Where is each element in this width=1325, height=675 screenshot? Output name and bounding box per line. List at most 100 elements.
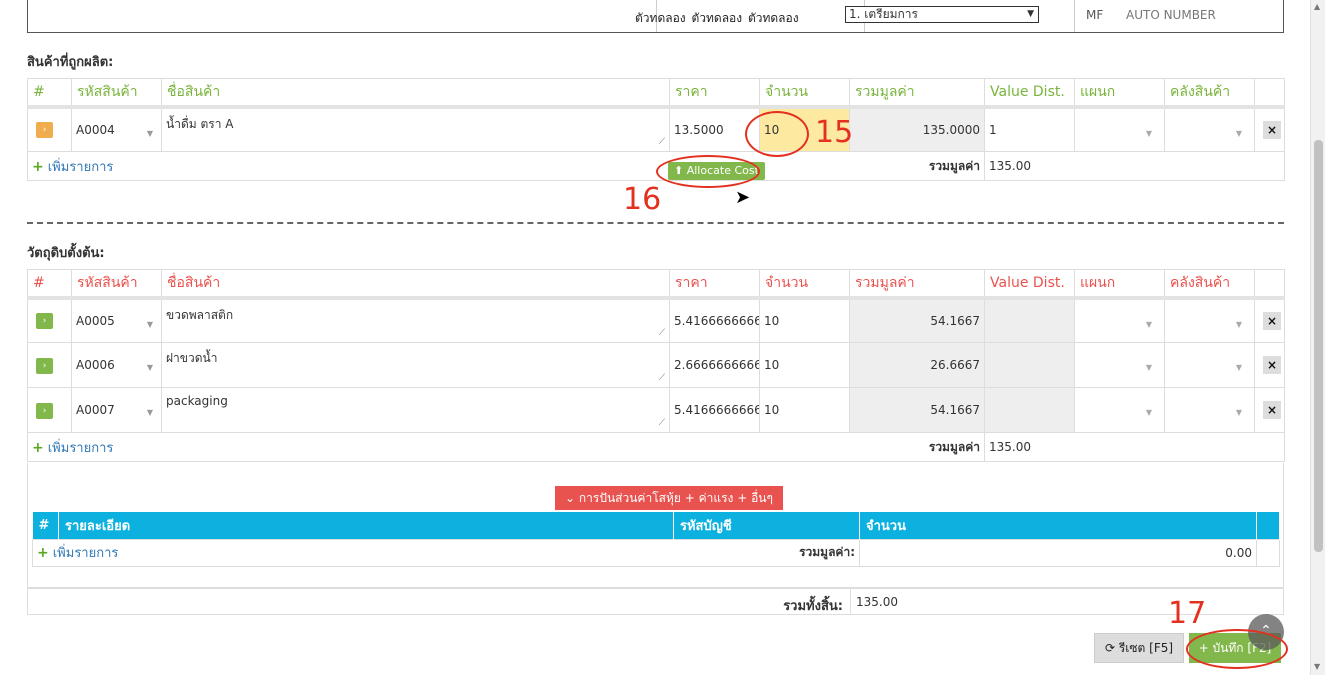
department-select[interactable]: ▼ xyxy=(1074,106,1165,152)
resize-grip-icon: ⟋ xyxy=(658,418,665,428)
products-total-value: 135.00 xyxy=(984,151,1285,181)
material-name-input[interactable]: packaging ⟋ xyxy=(161,387,670,433)
product-code: A0004 xyxy=(76,122,115,137)
chevron-down-circle-icon: ⌄ xyxy=(565,491,576,505)
product-value-dist-input[interactable]: 1 xyxy=(984,106,1075,152)
col-actions xyxy=(1254,78,1285,109)
warehouse-select[interactable]: ▼ xyxy=(1164,297,1255,343)
col-total: รวมมูลค่า xyxy=(849,78,985,109)
vertical-scrollbar[interactable]: ▲ ▼ xyxy=(1310,0,1325,675)
test-labels: ตัวทดลอง ตัวทดลอง ตัวทดลอง xyxy=(635,11,799,25)
material-qty: 10 xyxy=(764,358,780,372)
caret-down-icon: ▼ xyxy=(146,319,153,329)
grand-total-row: รวมทั้งสิ้น: 135.00 xyxy=(27,588,1284,615)
materials-section-title: วัตถุดิบตั้งต้น: xyxy=(27,246,105,261)
caret-down-icon: ▼ xyxy=(146,363,153,372)
material-code-select[interactable]: A0007 ▼ xyxy=(71,387,162,433)
product-total: 135.0000 xyxy=(849,106,985,152)
material-name-input[interactable]: ฝาขวดน้ำ ⟋ xyxy=(161,342,670,388)
col-qty: จำนวน xyxy=(759,269,850,300)
product-name-input[interactable]: น้ำดื่ม ตรา A ⟋ xyxy=(161,106,670,152)
add-material-link[interactable]: + เพิ่มรายการ xyxy=(32,440,114,456)
mf-label: MF xyxy=(1086,8,1104,22)
status-select[interactable]: 1. เตรียมการ ▼ xyxy=(845,6,1039,23)
product-name: น้ำดื่ม ตรา A xyxy=(166,116,234,131)
warehouse-select[interactable]: ▼ xyxy=(1164,387,1255,433)
scroll-down-arrow-icon[interactable]: ▼ xyxy=(1314,662,1320,671)
delete-row-button[interactable]: × xyxy=(1263,311,1281,330)
col-value-dist: Value Dist. xyxy=(984,269,1075,300)
col-total: รวมมูลค่า xyxy=(849,269,985,300)
material-value-dist xyxy=(984,387,1075,433)
col-department: แผนก xyxy=(1074,269,1165,300)
caret-down-icon: ▼ xyxy=(1235,319,1242,329)
add-material-label: เพิ่มรายการ xyxy=(47,440,114,456)
material-total: 54.1667 xyxy=(849,387,985,433)
material-price-input[interactable]: 2.666666666666 xyxy=(669,342,760,388)
col-name: ชื่อสินค้า xyxy=(161,269,670,300)
col-warehouse: คลังสินค้า xyxy=(1164,269,1255,300)
scrollbar-thumb[interactable] xyxy=(1314,140,1323,552)
department-select[interactable]: ▼ xyxy=(1074,297,1165,343)
material-name-input[interactable]: ขวดพลาสติก ⟋ xyxy=(161,297,670,343)
material-qty-input[interactable]: 10 xyxy=(759,297,850,343)
resize-grip-icon: ⟋ xyxy=(658,137,665,147)
products-table: # รหัสสินค้า ชื่อสินค้า ราคา จำนวน รวมมู… xyxy=(27,78,1285,181)
auto-number-label: AUTO NUMBER xyxy=(1126,8,1216,22)
caret-down-icon: ▼ xyxy=(1235,408,1242,417)
material-code-select[interactable]: A0006 ▼ xyxy=(71,342,162,388)
caret-down-icon: ▼ xyxy=(1235,128,1242,138)
products-section-title: สินค้าที่ถูกผลิต: xyxy=(27,55,114,70)
material-code: A0006 xyxy=(76,358,115,372)
delete-row-button[interactable]: × xyxy=(1263,401,1281,419)
products-header-row: # รหัสสินค้า ชื่อสินค้า ราคา จำนวน รวมมู… xyxy=(27,78,1285,109)
reset-button[interactable]: ⟳ รีเซต [F5] xyxy=(1094,633,1184,663)
col-value-dist: Value Dist. xyxy=(984,78,1075,109)
table-row: › A0006 ▼ ฝาขวดน้ำ ⟋ 2.666666666666 10 2… xyxy=(27,342,1285,388)
col-code: รหัสสินค้า xyxy=(71,269,162,300)
row-expand-icon[interactable]: › xyxy=(36,357,53,374)
department-select[interactable]: ▼ xyxy=(1074,387,1165,433)
delete-row-button[interactable]: × xyxy=(1263,120,1281,139)
materials-header-row: # รหัสสินค้า ชื่อสินค้า ราคา จำนวน รวมมู… xyxy=(27,269,1285,300)
row-expand-icon[interactable]: › xyxy=(36,402,53,419)
material-code: A0005 xyxy=(76,313,115,328)
warehouse-select[interactable]: ▼ xyxy=(1164,342,1255,388)
material-price-input[interactable]: 5.416666666666 xyxy=(669,297,760,343)
scroll-up-arrow-icon[interactable]: ▲ xyxy=(1314,2,1320,11)
col-name: ชื่อสินค้า xyxy=(161,78,670,109)
col-actions xyxy=(1254,269,1285,300)
add-product-link[interactable]: + เพิ่มรายการ xyxy=(32,158,114,175)
overhead-table: # รายละเอียด รหัสบัญชี จำนวน + เพิ่มรายกา… xyxy=(32,512,1280,567)
delete-row-button[interactable]: × xyxy=(1263,356,1281,374)
material-price: 5.416666666666 xyxy=(674,313,759,328)
material-code-select[interactable]: A0005 ▼ xyxy=(71,297,162,343)
caret-down-icon: ▼ xyxy=(1145,408,1152,417)
resize-grip-icon: ⟋ xyxy=(658,373,665,383)
grand-total-value: 135.00 xyxy=(856,595,898,609)
material-qty: 10 xyxy=(764,403,780,417)
material-name: ฝาขวดน้ำ xyxy=(166,351,218,365)
materials-total-value: 135.00 xyxy=(984,432,1285,462)
plus-icon: + xyxy=(32,158,44,175)
caret-down-icon: ▼ xyxy=(1235,363,1242,372)
overhead-toggle-button[interactable]: ⌄ การปันส่วนค่าโสหุ้ย + ค่าแรง + อื่นๆ xyxy=(555,486,783,510)
warehouse-select[interactable]: ▼ xyxy=(1164,106,1255,152)
product-code-select[interactable]: A0004 ▼ xyxy=(71,106,162,152)
reset-label: รีเซต [F5] xyxy=(1118,641,1174,655)
material-qty-input[interactable]: 10 xyxy=(759,387,850,433)
material-qty-input[interactable]: 10 xyxy=(759,342,850,388)
row-expand-icon[interactable]: › xyxy=(36,313,53,330)
material-price-input[interactable]: 5.416666666666 xyxy=(669,387,760,433)
resize-grip-icon: ⟋ xyxy=(658,328,665,338)
material-code: A0007 xyxy=(76,403,115,417)
add-product-label: เพิ่มรายการ xyxy=(47,159,114,175)
add-overhead-link[interactable]: + เพิ่มรายการ xyxy=(33,545,118,561)
row-expand-icon[interactable]: › xyxy=(36,122,53,139)
col-qty: จำนวน xyxy=(759,78,850,109)
status-select-value: 1. เตรียมการ xyxy=(849,7,918,21)
caret-down-icon: ▼ xyxy=(1145,128,1152,138)
department-select[interactable]: ▼ xyxy=(1074,342,1165,388)
col-detail: รายละเอียด xyxy=(58,512,674,539)
material-total: 54.1667 xyxy=(849,297,985,343)
